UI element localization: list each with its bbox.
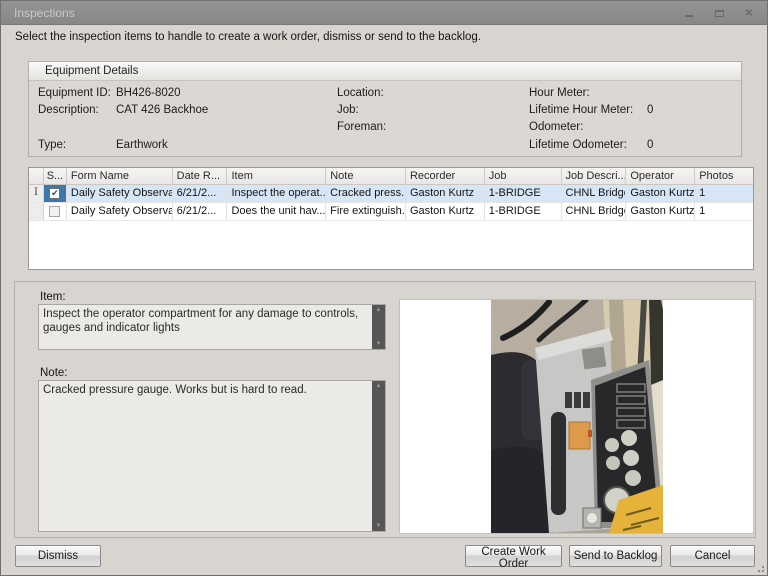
cell-operator[interactable]: Gaston Kurtz — [626, 203, 696, 220]
select-cell[interactable]: ✔ — [43, 185, 67, 202]
photo-panel — [399, 299, 754, 534]
select-cell[interactable] — [44, 203, 67, 220]
description-label: Description: — [38, 104, 99, 116]
column-header-photos[interactable]: Photos — [695, 168, 753, 184]
job-label: Job: — [337, 104, 359, 116]
maximize-icon — [714, 9, 724, 17]
cell-job-desc[interactable]: CHNL Bridge — [562, 185, 627, 202]
dismiss-button[interactable]: Dismiss — [15, 545, 101, 567]
scroll-up-icon[interactable]: ▲ — [376, 305, 382, 315]
cell-item[interactable]: Inspect the operat... — [227, 185, 327, 202]
cell-recorder[interactable]: Gaston Kurtz — [406, 185, 485, 202]
lifetime-odometer-label: Lifetime Odometer: — [529, 139, 627, 151]
item-textbox[interactable]: Inspect the operator compartment for any… — [38, 304, 386, 350]
inspection-grid: S... Form Name Date R... Item Note Recor… — [28, 167, 754, 270]
cell-form-name[interactable]: Daily Safety Observa... — [67, 185, 173, 202]
close-button[interactable]: ✕ — [741, 6, 757, 20]
column-header-select[interactable]: S... — [44, 168, 67, 184]
note-textbox[interactable]: Cracked pressure gauge. Works but is har… — [38, 380, 386, 532]
column-header-operator[interactable]: Operator — [626, 168, 696, 184]
column-header-job[interactable]: Job — [485, 168, 562, 184]
column-header-item[interactable]: Item — [227, 168, 327, 184]
item-text: Inspect the operator compartment for any… — [43, 308, 359, 334]
cell-form-name[interactable]: Daily Safety Observa... — [67, 203, 173, 220]
note-text: Cracked pressure gauge. Works but is har… — [43, 384, 307, 396]
window-title: Inspections — [14, 6, 75, 20]
minimize-button[interactable] — [681, 6, 697, 20]
instruction-text: Select the inspection items to handle to… — [15, 31, 481, 43]
row-indicator-cell — [29, 203, 44, 220]
hour-meter-label: Hour Meter: — [529, 87, 590, 99]
foreman-label: Foreman: — [337, 121, 387, 133]
cell-note[interactable]: Fire extinguish... — [326, 203, 406, 220]
cancel-button[interactable]: Cancel — [670, 545, 755, 567]
equipment-details-header: Equipment Details — [29, 62, 741, 81]
maximize-button[interactable] — [711, 6, 727, 20]
cell-item[interactable]: Does the unit hav... — [227, 203, 327, 220]
description-value: CAT 426 Backhoe — [116, 104, 209, 116]
resize-grip[interactable] — [755, 563, 765, 573]
cell-job[interactable]: 1-BRIDGE — [485, 185, 562, 202]
minimize-icon — [685, 15, 693, 17]
lifetime-hour-meter-value: 0 — [647, 104, 654, 116]
send-to-backlog-button[interactable]: Send to Backlog — [569, 545, 662, 567]
scroll-down-icon[interactable]: ▼ — [376, 339, 382, 349]
cell-operator[interactable]: Gaston Kurtz — [626, 185, 696, 202]
scroll-up-icon[interactable]: ▲ — [376, 381, 382, 391]
table-row[interactable]: I ✔ Daily Safety Observa... 6/21/2... In… — [29, 185, 753, 203]
cell-recorder[interactable]: Gaston Kurtz — [406, 203, 485, 220]
column-header-date[interactable]: Date R... — [173, 168, 228, 184]
column-header-recorder[interactable]: Recorder — [406, 168, 485, 184]
equipment-details-group: Equipment Details Equipment ID: BH426-80… — [28, 61, 742, 157]
column-header-note[interactable]: Note — [326, 168, 406, 184]
detail-panel: Item: Inspect the operator compartment f… — [14, 281, 756, 538]
equipment-id-label: Equipment ID: — [38, 87, 111, 99]
lifetime-hour-meter-label: Lifetime Hour Meter: — [529, 104, 634, 116]
cell-job[interactable]: 1-BRIDGE — [485, 203, 562, 220]
row-indicator-header — [29, 168, 44, 184]
cell-photos[interactable]: 1 — [695, 185, 753, 202]
item-label: Item: — [40, 291, 66, 303]
column-header-job-desc[interactable]: Job Descri... — [562, 168, 627, 184]
note-scrollbar[interactable]: ▲ ▼ — [372, 381, 385, 531]
odometer-label: Odometer: — [529, 121, 584, 133]
cell-note[interactable]: Cracked press... — [326, 185, 406, 202]
current-row-indicator-icon: I — [29, 185, 44, 202]
title-bar[interactable]: Inspections ✕ — [1, 1, 767, 25]
create-work-order-button[interactable]: Create Work Order — [465, 545, 562, 570]
grid-header-row: S... Form Name Date R... Item Note Recor… — [29, 168, 753, 185]
cell-job-desc[interactable]: CHNL Bridge — [562, 203, 627, 220]
location-label: Location: — [337, 87, 384, 99]
inspections-dialog: Inspections ✕ Select the inspection item… — [0, 0, 768, 576]
cell-photos[interactable]: 1 — [695, 203, 753, 220]
item-scrollbar[interactable]: ▲ ▼ — [372, 305, 385, 349]
type-value: Earthwork — [116, 139, 168, 151]
equipment-id-value: BH426-8020 — [116, 87, 181, 99]
equipment-details-title: Equipment Details — [45, 65, 139, 77]
cell-date[interactable]: 6/21/2... — [173, 203, 228, 220]
lifetime-odometer-value: 0 — [647, 139, 654, 151]
table-row[interactable]: Daily Safety Observa... 6/21/2... Does t… — [29, 203, 753, 221]
equipment-photo — [490, 300, 663, 533]
type-label: Type: — [38, 139, 67, 151]
cell-date[interactable]: 6/21/2... — [173, 185, 228, 202]
checkbox-checked-icon[interactable]: ✔ — [49, 188, 61, 199]
close-icon: ✕ — [744, 7, 754, 19]
column-header-form-name[interactable]: Form Name — [67, 168, 173, 184]
scroll-down-icon[interactable]: ▼ — [376, 521, 382, 531]
note-label: Note: — [40, 367, 68, 379]
checkbox-unchecked-icon[interactable] — [49, 206, 61, 217]
